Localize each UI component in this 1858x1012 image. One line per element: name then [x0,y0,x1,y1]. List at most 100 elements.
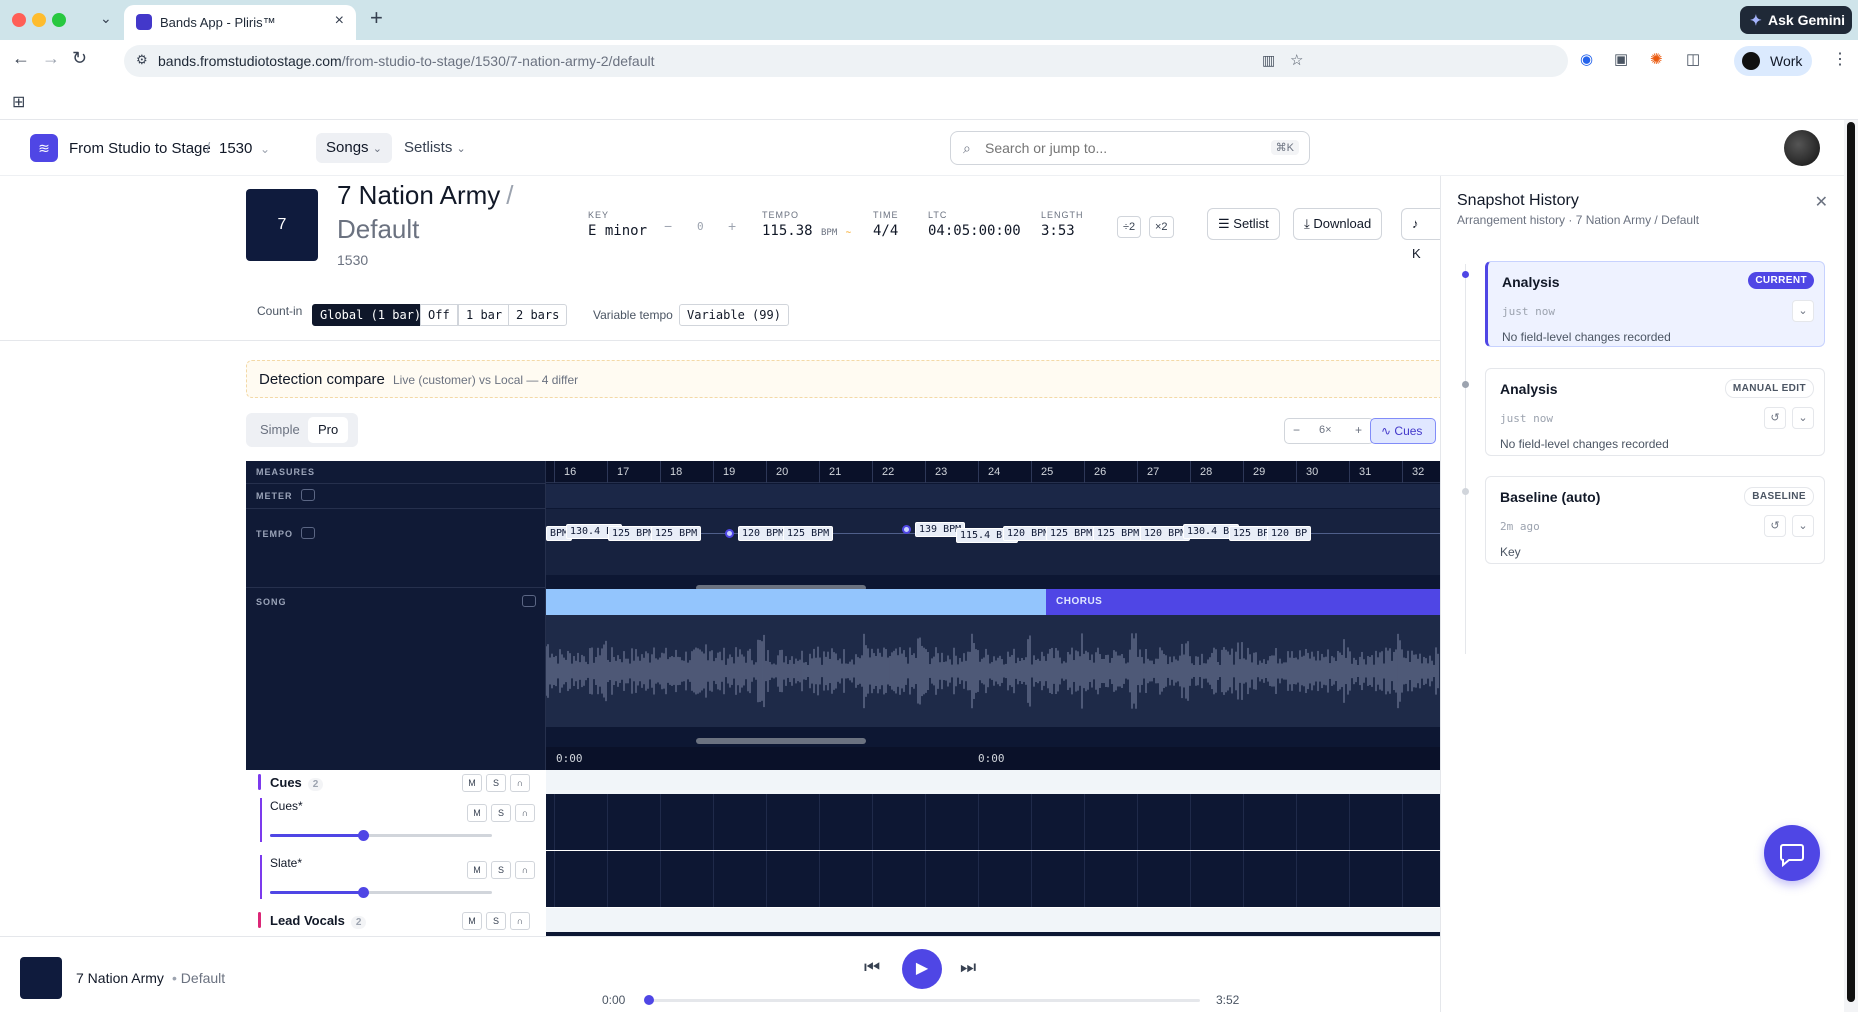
progress-bar[interactable] [644,995,1200,1005]
time-signature-field[interactable]: TIME 4/4 [873,210,899,239]
tempo-field[interactable]: TEMPO 115.38 BPM ~ [762,210,851,239]
org-name[interactable]: From Studio to Stage [69,140,211,157]
band-chevron-down-icon[interactable]: ⌄ [260,142,270,156]
extensions-puzzle-icon[interactable]: ◫ [1686,50,1700,68]
solo-button[interactable]: S [486,774,506,792]
profile-button[interactable]: Work [1734,46,1812,76]
camera-extension-icon[interactable]: ▣ [1614,50,1628,68]
headphones-icon[interactable]: ∩ [515,804,535,822]
maximize-window-button[interactable] [52,13,66,27]
apps-grid-icon[interactable]: ⊞ [12,92,25,112]
tempo-marker[interactable]: 125 BPM [1046,526,1097,541]
volume-knob[interactable] [358,887,370,898]
snapshot-card-current[interactable]: Analysis CURRENT just now ⌄ No field-lev… [1485,261,1825,347]
search-input[interactable] [985,138,1235,158]
track-lane[interactable] [546,851,1440,907]
count-in-1-bar[interactable]: 1 bar [458,304,511,326]
transpose-down-button[interactable]: − [664,218,672,234]
user-avatar[interactable] [1784,130,1820,166]
bookmark-star-icon[interactable]: ☆ [1290,51,1303,69]
meter-lock-icon[interactable] [300,489,315,501]
download-button[interactable]: ⤓ Download [1293,208,1383,240]
tempo-node[interactable] [902,525,911,534]
solo-button[interactable]: S [486,912,506,930]
expand-chevron-down-icon[interactable]: ⌄ [1792,300,1814,322]
headphones-icon[interactable]: ∩ [515,861,535,879]
app-logo-icon[interactable]: ≋ [30,134,58,162]
mode-simple-tab[interactable]: Simple [260,422,300,437]
tempo-marker[interactable]: 125 BPM [1093,526,1144,541]
tempo-marker[interactable]: 120 BPM [738,526,789,541]
tempo-lane[interactable]: BPM 130.4 BI 125 BPM 125 BPM 120 BPM 125 BPM 1… [546,509,1440,575]
snapshot-card-baseline[interactable]: Baseline (auto) BASELINE 2m ago ↺ ⌄ Key [1485,476,1825,564]
variable-tempo-select[interactable]: Variable (99) [679,304,789,326]
more-actions-button[interactable]: ♪ K [1401,208,1440,261]
close-tab-icon[interactable]: × [335,12,344,30]
song-lock-icon[interactable] [522,595,536,607]
mute-button[interactable]: M [467,861,487,879]
search-box[interactable]: ⌕ ⌘K [950,131,1310,165]
browser-menu-icon[interactable]: ⋮ [1832,49,1848,69]
close-icon[interactable]: ✕ [1815,192,1828,212]
key-field[interactable]: KEY E minor [588,210,647,239]
halve-tempo-button[interactable]: ÷2 [1117,216,1142,238]
track-lane[interactable] [546,794,1440,850]
track-lane[interactable] [546,770,1440,794]
tab-list-chevron-icon[interactable]: ⌄ [100,10,112,27]
section-verse[interactable] [546,589,1046,615]
page-scrollbar-thumb[interactable] [1847,122,1855,1002]
zoom-in-button[interactable]: + [1355,423,1362,437]
count-in-global[interactable]: Global (1 bar) [312,304,430,326]
nav-setlists[interactable]: Setlists ⌄ [394,133,476,163]
waveform-horizontal-scrollbar[interactable] [696,738,866,744]
password-manager-icon[interactable]: ◉ [1580,50,1593,68]
section-chorus[interactable]: CHORUS [1046,589,1440,615]
progress-knob[interactable] [644,995,654,1005]
forward-arrow-icon[interactable]: → [42,48,60,69]
back-arrow-icon[interactable]: ← [12,48,30,69]
tempo-lock-icon[interactable] [301,527,316,539]
mode-pro-tab[interactable]: Pro [308,417,349,443]
mute-button[interactable]: M [467,804,487,822]
browser-tab[interactable]: Bands App - Pliris™ × [124,5,356,40]
mute-button[interactable]: M [462,774,482,792]
tempo-node[interactable] [725,529,734,538]
volume-knob[interactable] [358,830,370,841]
band-id[interactable]: 1530 [219,140,252,157]
skip-forward-icon[interactable]: ⏭ [960,957,976,978]
track-lane[interactable] [546,908,1440,936]
restore-icon[interactable]: ↺ [1764,515,1786,537]
measures-ruler[interactable]: 16 17 18 19 20 21 22 23 24 25 26 27 28 29 30 31 32 [546,461,1440,483]
track-group-cues[interactable]: Cues 2 M S ∩ [246,770,1440,794]
track-slate[interactable]: Slate* M S ∩ [246,851,1440,907]
count-in-2-bars[interactable]: 2 bars [508,304,568,326]
minimize-window-button[interactable] [32,13,46,27]
cues-toggle-button[interactable]: ∿ Cues [1370,418,1436,444]
headphones-icon[interactable]: ∩ [510,912,530,930]
arrangement-name[interactable]: Default [337,214,419,245]
reload-icon[interactable]: ↻ [72,48,87,69]
count-in-off[interactable]: Off [420,304,458,326]
nav-songs[interactable]: Songs ⌄ [316,133,392,163]
new-tab-button[interactable]: + [370,5,383,31]
expand-chevron-down-icon[interactable]: ⌄ [1792,515,1814,537]
track-cues[interactable]: Cues* M S ∩ [246,794,1440,850]
reader-mode-icon[interactable]: ▥ [1262,52,1275,69]
ask-gemini-button[interactable]: ✦ Ask Gemini [1740,6,1852,34]
solo-button[interactable]: S [491,861,511,879]
page-scrollbar[interactable] [1844,120,1858,1012]
ltc-field[interactable]: LTC 04:05:00:00 [928,210,1021,239]
address-bar[interactable]: ⚙ bands.fromstudiotostage.com/from-studi… [124,45,1568,77]
restore-icon[interactable]: ↺ [1764,407,1786,429]
close-window-button[interactable] [12,13,26,27]
double-tempo-button[interactable]: ×2 [1149,216,1174,238]
detection-compare-banner[interactable]: Detection compare Live (customer) vs Loc… [246,360,1440,398]
tempo-marker[interactable]: 125 BPM [783,526,834,541]
transpose-up-button[interactable]: + [728,218,736,234]
tempo-marker[interactable]: 125 BPM [651,526,702,541]
track-group-lead-vocals[interactable]: Lead Vocals 2 M S ∩ [246,908,1440,936]
site-info-icon[interactable]: ⚙ [136,52,148,68]
sparkle-extension-icon[interactable]: ✺ [1650,50,1663,68]
zoom-out-button[interactable]: − [1293,423,1300,437]
expand-chevron-down-icon[interactable]: ⌄ [1792,407,1814,429]
